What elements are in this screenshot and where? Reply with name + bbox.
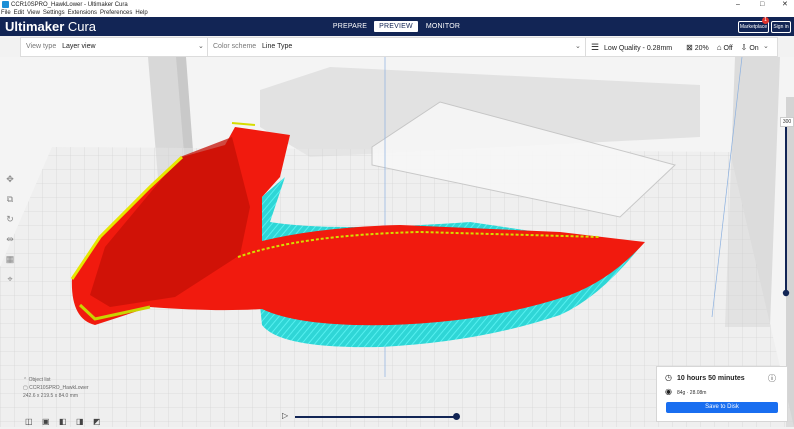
layer-slider[interactable]: [782, 117, 790, 297]
object-name-text: CCR10SPRO_HawkLower: [29, 385, 89, 391]
menu-settings[interactable]: Settings: [43, 10, 65, 16]
logo-brand: Ultimaker: [5, 19, 65, 34]
adhesion-value: On: [749, 45, 759, 52]
material-usage: 84g · 28.08m: [677, 390, 707, 396]
print-info-panel: ◷ 10 hours 50 minutes ⓘ ◉ 84g · 28.08m S…: [656, 366, 788, 422]
stage-prepare[interactable]: PREPARE: [331, 21, 369, 32]
chevron-down-icon: ⌄: [198, 43, 204, 50]
tool-sidebar: ✥ ⧉ ↻ ⇹ ▦ ⌖: [3, 168, 17, 288]
color-scheme-dropdown[interactable]: Color scheme Line Type: [213, 38, 292, 56]
object-name: ▢ CCR10SPRO_HawkLower: [23, 385, 89, 391]
support-icon: ⌂: [716, 43, 722, 52]
toolbar-divider: [207, 38, 208, 56]
adhesion-icon: ⇩: [740, 43, 748, 52]
rotate-icon[interactable]: ↻: [3, 212, 17, 226]
info-icon[interactable]: ⓘ: [768, 373, 776, 384]
infill-icon: ⊠: [686, 43, 693, 52]
ultimaker-cura-logo: Ultimaker Cura: [5, 19, 96, 34]
move-icon[interactable]: ✥: [3, 172, 17, 186]
simulation-track[interactable]: [295, 416, 456, 418]
stage-monitor[interactable]: MONITOR: [423, 21, 463, 32]
print-settings-button[interactable]: ☰ Low Quality - 0.28mm ⊠ 20% ⌂ Off ⇩ On: [591, 38, 761, 56]
menu-view[interactable]: View: [27, 10, 40, 16]
object-list-label: Object list: [28, 377, 51, 383]
view-front-icon[interactable]: ▣: [42, 417, 51, 426]
color-scheme-value: Line Type: [262, 43, 293, 50]
per-model-settings-icon[interactable]: ▦: [3, 252, 17, 266]
support-value: Off: [723, 45, 733, 52]
view-left-icon[interactable]: ◨: [76, 417, 85, 426]
menu-edit[interactable]: Edit: [14, 10, 24, 16]
view-toolbar: View type Layer view ⌄ Color scheme Line…: [20, 37, 778, 57]
marketplace-notification-badge: 1: [762, 17, 769, 24]
view-type-label: View type: [26, 43, 57, 50]
view-right-icon[interactable]: ◩: [93, 417, 102, 426]
cura-app-icon: [2, 1, 9, 8]
menu-bar: File Edit View Settings Extensions Preference…: [0, 10, 794, 17]
menu-help[interactable]: Help: [135, 10, 147, 16]
scale-icon[interactable]: ⧉: [3, 192, 17, 206]
menu-extensions[interactable]: Extensions: [68, 10, 97, 16]
clock-icon: ◷: [665, 373, 672, 382]
view-3d-icon[interactable]: ◫: [25, 417, 34, 426]
object-list-toggle[interactable]: ⌃ Object list: [23, 376, 89, 384]
support-blocker-icon[interactable]: ⌖: [3, 272, 17, 286]
toolbar-divider: [585, 38, 586, 56]
object-info: ⌃ Object list ▢ CCR10SPRO_HawkLower 242.…: [23, 376, 89, 400]
menu-file[interactable]: File: [1, 10, 11, 16]
simulation-handle[interactable]: [453, 413, 460, 420]
view-type-dropdown[interactable]: View type Layer view: [26, 38, 96, 56]
app-header: Ultimaker Cura PREPARE PREVIEW MONITOR M…: [0, 17, 794, 36]
view-type-value: Layer view: [62, 43, 96, 50]
window-titlebar: CCR10SPRO_HawkLower - Ultimaker Cura – □…: [0, 0, 794, 10]
quality-value: Low Quality - 0.28mm: [604, 45, 673, 52]
logo-product: Cura: [64, 19, 97, 34]
print-time: 10 hours 50 minutes: [677, 375, 745, 382]
window-title: CCR10SPRO_HawkLower - Ultimaker Cura: [11, 2, 128, 8]
view-top-icon[interactable]: ◧: [59, 417, 68, 426]
minimize-button[interactable]: –: [736, 0, 740, 10]
object-dimensions: 242.6 x 219.5 x 84.0 mm: [23, 393, 79, 399]
close-button[interactable]: ✕: [782, 0, 788, 10]
infill-value: 20%: [694, 45, 709, 52]
play-icon[interactable]: ▷: [282, 412, 290, 420]
camera-view-buttons: ◫ ▣ ◧ ◨ ◩: [25, 411, 110, 426]
color-scheme-label: Color scheme: [213, 43, 257, 50]
save-to-disk-button[interactable]: Save to Disk: [666, 402, 778, 413]
signin-button[interactable]: Sign in: [771, 21, 791, 33]
sliders-icon: ☰: [591, 42, 600, 52]
maximize-button[interactable]: □: [760, 0, 764, 10]
mirror-icon[interactable]: ⇹: [3, 232, 17, 246]
spool-icon: ◉: [665, 387, 672, 396]
layer-slider-handle[interactable]: [782, 289, 790, 297]
menu-preferences[interactable]: Preferences: [100, 10, 132, 16]
stage-preview[interactable]: PREVIEW: [374, 21, 418, 32]
chevron-down-icon: ⌄: [575, 43, 581, 50]
chevron-down-icon: ⌄: [763, 43, 769, 50]
